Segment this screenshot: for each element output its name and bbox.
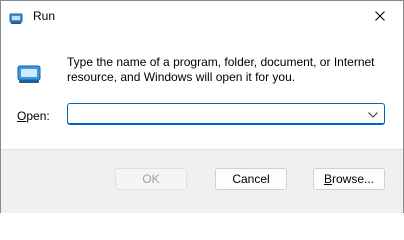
dialog-description: Type the name of a program, folder, docu… bbox=[67, 55, 375, 84]
run-icon bbox=[9, 11, 23, 25]
ok-button[interactable]: OK bbox=[115, 168, 187, 190]
run-dialog-window: Run Type the name of a program, folder, … bbox=[0, 0, 404, 213]
close-button[interactable] bbox=[357, 1, 403, 33]
open-label-rest: pen: bbox=[26, 109, 50, 123]
dialog-content: Type the name of a program, folder, docu… bbox=[1, 33, 403, 149]
title-bar: Run bbox=[1, 1, 403, 33]
open-input[interactable] bbox=[72, 106, 352, 122]
close-icon bbox=[375, 8, 385, 26]
window-title: Run bbox=[33, 9, 56, 23]
chevron-down-icon bbox=[368, 105, 378, 123]
browse-mnemonic: B bbox=[323, 172, 332, 186]
open-combobox[interactable] bbox=[67, 103, 385, 125]
browse-label-rest: rowse... bbox=[332, 172, 375, 186]
dialog-footer: OK Cancel Browse... bbox=[1, 149, 403, 213]
run-app-icon bbox=[15, 59, 43, 87]
open-dropdown-button[interactable] bbox=[364, 105, 382, 123]
open-label-mnemonic: O bbox=[17, 109, 27, 123]
open-label: Open: bbox=[17, 109, 50, 123]
browse-button[interactable]: Browse... bbox=[313, 168, 385, 190]
cancel-button[interactable]: Cancel bbox=[215, 168, 287, 190]
